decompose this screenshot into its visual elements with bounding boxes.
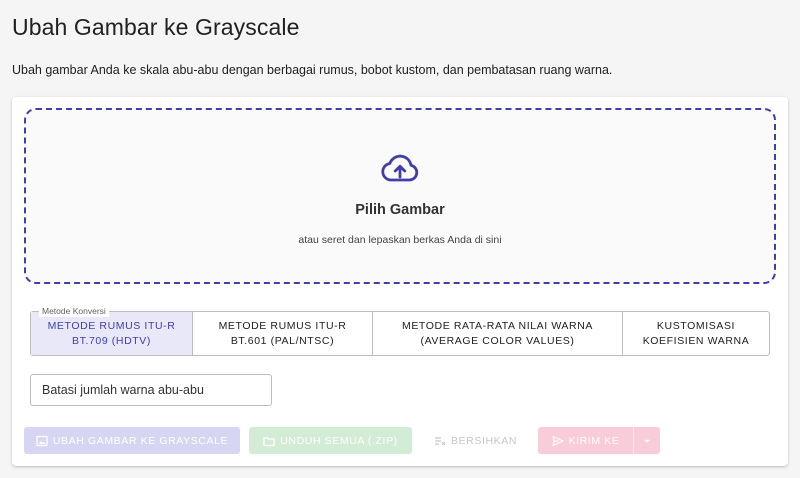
download-all-label: UNDUH SEMUA (.ZIP) <box>280 434 398 447</box>
clear-label: BERSIHKAN <box>450 434 518 447</box>
dropzone-subtitle: atau seret dan lepaskan berkas Anda di s… <box>298 234 502 246</box>
cloud-upload-icon <box>381 154 419 182</box>
convert-grayscale-label: UBAH GAMBAR KE GRAYSCALE <box>52 434 229 447</box>
send-to-label: KIRIM KE <box>568 434 620 447</box>
send-icon <box>551 435 564 446</box>
page-description: Ubah gambar Anda ke skala abu-abu dengan… <box>12 63 613 77</box>
page-title: Ubah Gambar ke Grayscale <box>12 14 300 40</box>
conversion-method-group: Metode Konversi METODE RUMUS ITU-R BT.70… <box>30 306 770 356</box>
method-option-custom-coefficients[interactable]: KUSTOMISASI KOEFISIEN WARNA <box>623 312 769 355</box>
method-option-bt601[interactable]: METODE RUMUS ITU-R BT.601 (PAL/NTSC) <box>193 312 373 355</box>
method-option-average[interactable]: METODE RATA-RATA NILAI WARNA (AVERAGE CO… <box>373 312 623 355</box>
send-to-dropdown-button[interactable] <box>633 427 660 454</box>
gray-levels-limit-input[interactable] <box>30 374 272 406</box>
convert-grayscale-button[interactable]: UBAH GAMBAR KE GRAYSCALE <box>24 427 240 454</box>
folder-icon <box>263 436 275 446</box>
download-all-zip-button[interactable]: UNDUH SEMUA (.ZIP) <box>249 427 412 454</box>
clear-list-icon <box>434 436 446 445</box>
caret-down-icon <box>644 439 650 443</box>
method-option-bt709[interactable]: METODE RUMUS ITU-R BT.709 (HDTV) <box>31 312 193 355</box>
conversion-method-legend: Metode Konversi <box>39 306 109 317</box>
file-dropzone[interactable]: Pilih Gambar atau seret dan lepaskan ber… <box>24 108 776 284</box>
clear-button[interactable]: BERSIHKAN <box>421 427 530 454</box>
converter-card: Pilih Gambar atau seret dan lepaskan ber… <box>12 97 788 466</box>
dropzone-title: Pilih Gambar <box>355 202 445 218</box>
send-to-button[interactable]: KIRIM KE <box>538 427 633 454</box>
image-icon <box>36 435 48 446</box>
